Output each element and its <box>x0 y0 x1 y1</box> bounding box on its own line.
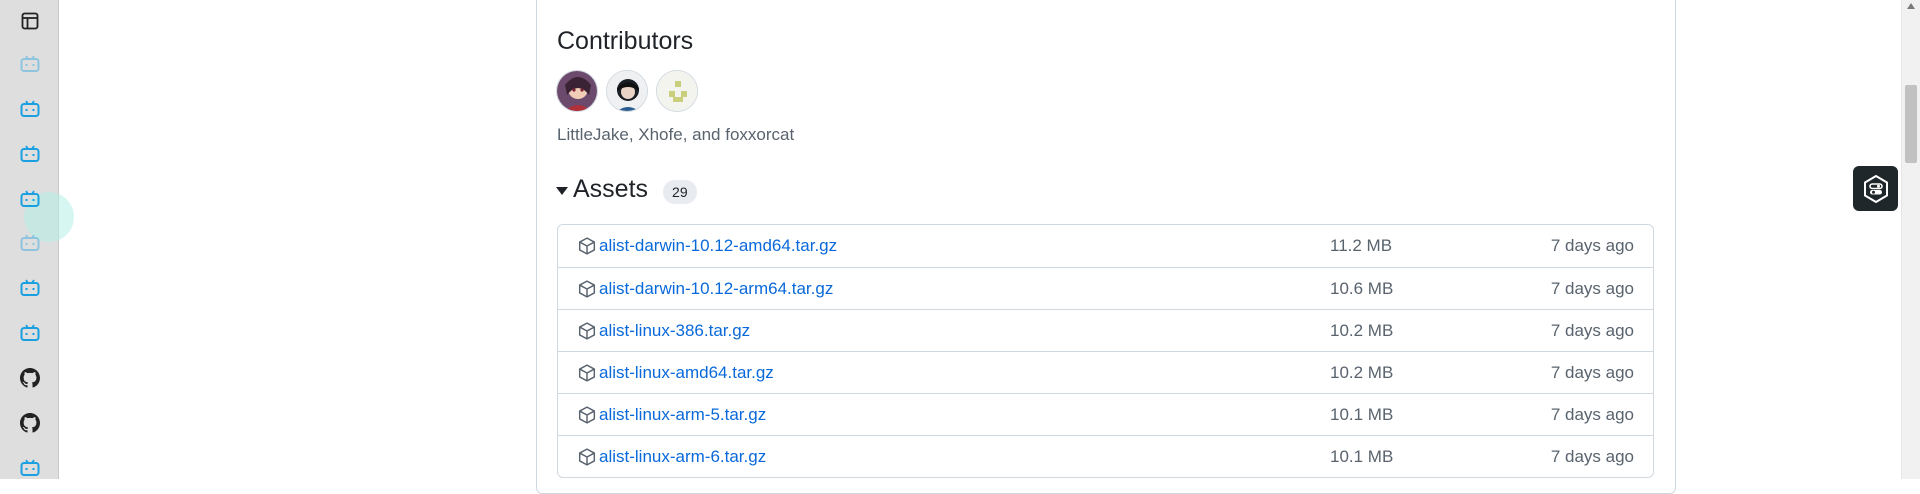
assets-heading: Assets <box>573 175 649 203</box>
sidebar-item-bilibili-4[interactable] <box>18 187 42 211</box>
sidebar-item-github-2[interactable] <box>18 411 42 435</box>
asset-size: 10.2 MB <box>1330 362 1394 382</box>
package-icon <box>578 322 596 340</box>
asset-size: 10.1 MB <box>1330 446 1394 466</box>
sidebar-item-bilibili-6[interactable] <box>18 276 42 300</box>
package-icon <box>578 364 596 382</box>
avatar-xhofe[interactable] <box>606 70 648 112</box>
assets-list: alist-darwin-10.12-amd64.tar.gz 11.2 MB … <box>557 224 1654 478</box>
bilibili-tv-icon <box>20 234 40 251</box>
scroll-up-arrow-icon[interactable] <box>1907 3 1915 9</box>
asset-row: alist-linux-arm-5.tar.gz 10.1 MB 7 days … <box>558 393 1653 435</box>
asset-size: 10.6 MB <box>1330 278 1394 298</box>
package-icon <box>578 280 596 298</box>
avatar-littlejake[interactable] <box>556 70 598 112</box>
asset-row: alist-darwin-10.12-amd64.tar.gz 11.2 MB … <box>558 225 1653 267</box>
sidebar-item-bilibili-8[interactable] <box>18 456 42 480</box>
github-icon <box>20 413 40 433</box>
asset-size: 11.2 MB <box>1330 236 1393 255</box>
asset-size: 10.2 MB <box>1330 320 1394 340</box>
bilibili-tv-icon <box>20 145 40 162</box>
scrollbar-thumb[interactable] <box>1905 85 1917 163</box>
bilibili-tv-icon <box>20 100 40 117</box>
sidebar-item-github-1[interactable] <box>18 366 42 390</box>
asset-size: 10.1 MB <box>1330 404 1394 424</box>
avatar-image <box>657 71 697 111</box>
avatar-foxxorcat[interactable] <box>656 70 698 112</box>
bilibili-tv-icon <box>20 324 40 341</box>
asset-row: alist-darwin-10.12-arm64.tar.gz 10.6 MB … <box>558 267 1653 309</box>
package-icon <box>578 237 596 255</box>
asset-date: 7 days ago <box>1550 320 1634 340</box>
asset-link[interactable]: alist-darwin-10.12-amd64.tar.gz <box>599 236 837 256</box>
avatar-image <box>607 71 647 111</box>
floating-extension-button[interactable] <box>1853 166 1898 211</box>
sidebar-item-bilibili-1[interactable] <box>18 52 42 76</box>
github-icon <box>20 368 40 388</box>
asset-date: 7 days ago <box>1550 362 1634 382</box>
asset-link[interactable]: alist-darwin-10.12-arm64.tar.gz <box>599 279 833 299</box>
package-icon <box>578 448 596 466</box>
asset-date: 7 days ago <box>1550 404 1634 424</box>
sidebar-toggle-icon <box>21 12 39 30</box>
asset-row: alist-linux-amd64.tar.gz 10.2 MB 7 days … <box>558 351 1653 393</box>
sidebar-item-bilibili-3[interactable] <box>18 142 42 166</box>
bilibili-tv-icon <box>20 190 40 207</box>
sidebar-item-bilibili-2[interactable] <box>18 97 42 121</box>
asset-row: alist-linux-386.tar.gz 10.2 MB 7 days ag… <box>558 309 1653 351</box>
asset-link[interactable]: alist-linux-arm-5.tar.gz <box>599 405 766 425</box>
sidebar-toggle-button[interactable] <box>18 9 42 33</box>
contributors-names: LittleJake, Xhofe, and foxxorcat <box>557 125 795 144</box>
package-icon <box>578 406 596 424</box>
contributors-heading: Contributors <box>557 27 694 55</box>
asset-link[interactable]: alist-linux-386.tar.gz <box>599 321 750 341</box>
caret-down-icon <box>556 186 568 195</box>
asset-link[interactable]: alist-linux-amd64.tar.gz <box>599 363 774 383</box>
asset-date: 7 days ago <box>1550 278 1634 298</box>
sidebar-item-bilibili-5[interactable] <box>18 231 42 255</box>
asset-date: 7 days ago <box>1550 236 1634 255</box>
asset-date: 7 days ago <box>1550 446 1634 466</box>
page-scrollbar[interactable] <box>1901 0 1920 479</box>
bilibili-tv-icon <box>20 55 40 72</box>
assets-count-badge: 29 <box>663 179 697 204</box>
extension-toggle-icon <box>1863 174 1888 203</box>
extension-sidebar <box>0 0 74 480</box>
bilibili-tv-icon <box>20 459 40 476</box>
assets-toggle[interactable]: Assets 29 <box>556 175 697 204</box>
asset-link[interactable]: alist-linux-arm-6.tar.gz <box>599 447 766 467</box>
asset-row: alist-linux-arm-6.tar.gz 10.1 MB 7 days … <box>558 435 1653 477</box>
sidebar-item-bilibili-7[interactable] <box>18 321 42 345</box>
bilibili-tv-icon <box>20 279 40 296</box>
avatar-image <box>557 71 597 111</box>
contributors-avatars <box>556 70 698 112</box>
